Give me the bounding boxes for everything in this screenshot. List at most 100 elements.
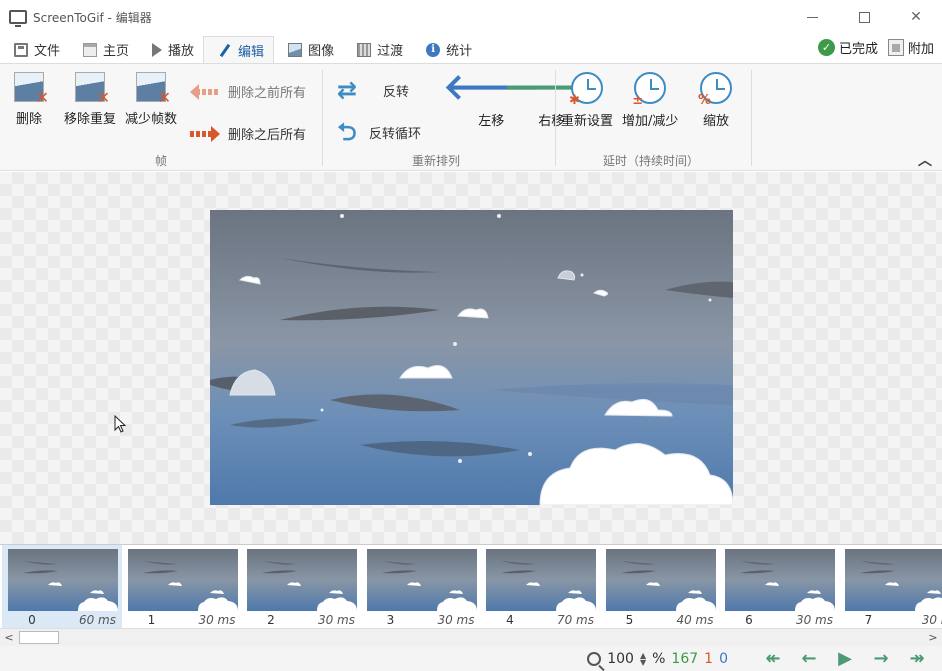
delete-next-label: 删除之后所有	[228, 128, 307, 143]
frame-thumbnail-image	[725, 549, 835, 611]
timeline-scrollbar[interactable]: < >	[0, 628, 942, 646]
scroll-right-icon[interactable]: >	[924, 629, 942, 646]
tab-label: 过渡	[377, 44, 404, 59]
frame-thumbnail-image	[844, 549, 942, 611]
last-frame-icon[interactable]: ↠	[902, 648, 932, 669]
total-frames-count: 167	[671, 650, 699, 667]
app-icon	[9, 10, 27, 27]
frame-thumbnail[interactable]: 0 60 ms	[2, 545, 122, 629]
zoom-spinner-icon[interactable]: ▲ ▼	[640, 651, 646, 666]
override-delay-label: 重新设置	[561, 114, 614, 129]
delay-group-label: 延时（持续时间）	[603, 154, 700, 168]
header-actions: ✓ 已完成 附加	[817, 38, 934, 57]
attach-button[interactable]: 附加	[887, 38, 934, 57]
reduce-frames-button[interactable]: 减少帧数	[125, 72, 177, 127]
close-button[interactable]: ✕	[890, 0, 942, 34]
maximize-icon	[858, 11, 870, 23]
reverse-button[interactable]: ⇄ 反转	[333, 76, 409, 104]
remove-duplicates-label: 移除重复	[64, 112, 117, 127]
tab-image[interactable]: 图像	[274, 36, 343, 63]
zoom-unit: %	[652, 650, 666, 667]
scale-delay-label: 缩放	[702, 114, 729, 129]
reverse-icon: ⇄	[336, 76, 358, 104]
pen-icon	[219, 43, 231, 57]
tab-statistics[interactable]: i 统计	[412, 36, 481, 63]
maximize-button[interactable]	[838, 0, 890, 34]
tab-label: 播放	[168, 44, 195, 59]
tab-label: 统计	[446, 44, 473, 59]
frame-thumbnail-image	[366, 549, 477, 611]
frame-index: 2	[267, 613, 275, 627]
override-delay-button[interactable]: ✱ 重新设置	[561, 72, 613, 129]
frame-thumbnail-image	[8, 549, 118, 611]
scrollbar-thumb[interactable]	[19, 631, 59, 644]
next-frame-icon[interactable]: →	[866, 648, 896, 669]
selected-frames-count: 1	[704, 650, 714, 667]
home-icon	[83, 42, 98, 57]
frame-preview	[210, 210, 733, 505]
tab-file[interactable]: 文件	[0, 36, 69, 63]
minimize-button[interactable]	[786, 0, 838, 34]
delete-previous-button[interactable]: 删除之前所有	[190, 82, 306, 101]
done-button[interactable]: ✓ 已完成	[817, 38, 878, 57]
tab-transitions[interactable]: 过渡	[343, 36, 412, 63]
window-title: ScreenToGif - 编辑器	[33, 10, 152, 25]
frame-thumbnail[interactable]: 7 30 m	[839, 545, 942, 629]
frame-thumbnail[interactable]: 3 30 ms	[361, 545, 481, 629]
frame-image	[210, 210, 733, 505]
previous-frame-icon[interactable]: ←	[794, 648, 824, 669]
scale-delay-button[interactable]: % 缩放	[698, 72, 732, 129]
group-divider	[555, 70, 556, 166]
frame-canvas[interactable]	[0, 172, 942, 544]
check-icon: ✓	[817, 39, 835, 56]
yoyo-icon: ⮌	[337, 118, 357, 146]
clock-plus-minus-icon: ±	[632, 72, 667, 108]
reverse-label: 反转	[383, 84, 410, 100]
group-divider	[322, 70, 323, 166]
zoom-value[interactable]: 100	[607, 651, 634, 667]
status-bar: 100 ▲ ▼ % 167 1 0 ↞ ← ▶ → ↠	[0, 646, 942, 671]
tab-edit[interactable]: 编辑	[203, 36, 275, 63]
increase-decrease-delay-label: 增加/减少	[622, 114, 679, 129]
frame-thumbnail[interactable]: 5 40 ms	[600, 545, 720, 629]
scroll-left-icon[interactable]: <	[0, 629, 18, 646]
first-frame-icon[interactable]: ↞	[758, 648, 788, 669]
frame-index: 0	[28, 613, 36, 627]
frame-thumbnail-image	[247, 549, 357, 611]
arrow-left-icon	[190, 83, 220, 100]
frame-thumbnail[interactable]: 4 70 ms	[480, 545, 600, 629]
tab-label: 图像	[308, 44, 335, 59]
remove-duplicates-button[interactable]: 移除重复	[64, 72, 116, 127]
frame-delay: 30 ms	[795, 613, 833, 627]
frame-index: 3	[386, 613, 395, 627]
frame-thumbnail[interactable]: 2 30 ms	[241, 545, 361, 629]
frame-thumbnail[interactable]: 1 30 ms	[122, 545, 242, 629]
play-icon[interactable]: ▶	[830, 648, 860, 669]
reduce-frames-label: 减少帧数	[125, 112, 178, 127]
arrow-right-icon	[190, 125, 220, 142]
tab-home[interactable]: 主页	[69, 36, 138, 63]
delete-next-button[interactable]: 删除之后所有	[190, 124, 306, 143]
yoyo-label: 反转循环	[369, 126, 422, 142]
yoyo-button[interactable]: ⮌ 反转循环	[333, 118, 421, 146]
frame-index: 6	[745, 613, 753, 627]
frame-thumbnail[interactable]: 6 30 ms	[719, 545, 839, 629]
attach-icon	[887, 39, 904, 56]
frame-delay: 40 ms	[676, 613, 714, 627]
frame-delay: 30 ms	[437, 613, 475, 627]
tab-playback[interactable]: 播放	[138, 36, 203, 63]
move-left-label: 左移	[478, 114, 505, 129]
delete-previous-label: 删除之前所有	[228, 86, 307, 101]
done-label: 已完成	[838, 42, 878, 57]
current-frame-index: 0	[719, 650, 728, 667]
frame-delay: 30 ms	[317, 613, 355, 627]
frame-delay: 70 ms	[556, 613, 594, 627]
thumbnail-strip: 0 60 ms 1 30 ms 2 30 ms 3 30 ms 4 70 ms 5 40 ms 6 30 …	[0, 545, 942, 631]
close-icon: ✕	[910, 9, 922, 25]
frame-index: 5	[625, 613, 634, 627]
delete-button[interactable]: 删除	[14, 72, 49, 127]
increase-decrease-delay-button[interactable]: ± 增加/减少	[622, 72, 678, 129]
collapse-ribbon-icon[interactable]: ︿	[918, 150, 932, 170]
frame-delay: 30 ms	[198, 613, 236, 627]
ribbon-tabs: 文件 主页 播放 编辑 图像 过渡 i 统计	[0, 36, 942, 63]
